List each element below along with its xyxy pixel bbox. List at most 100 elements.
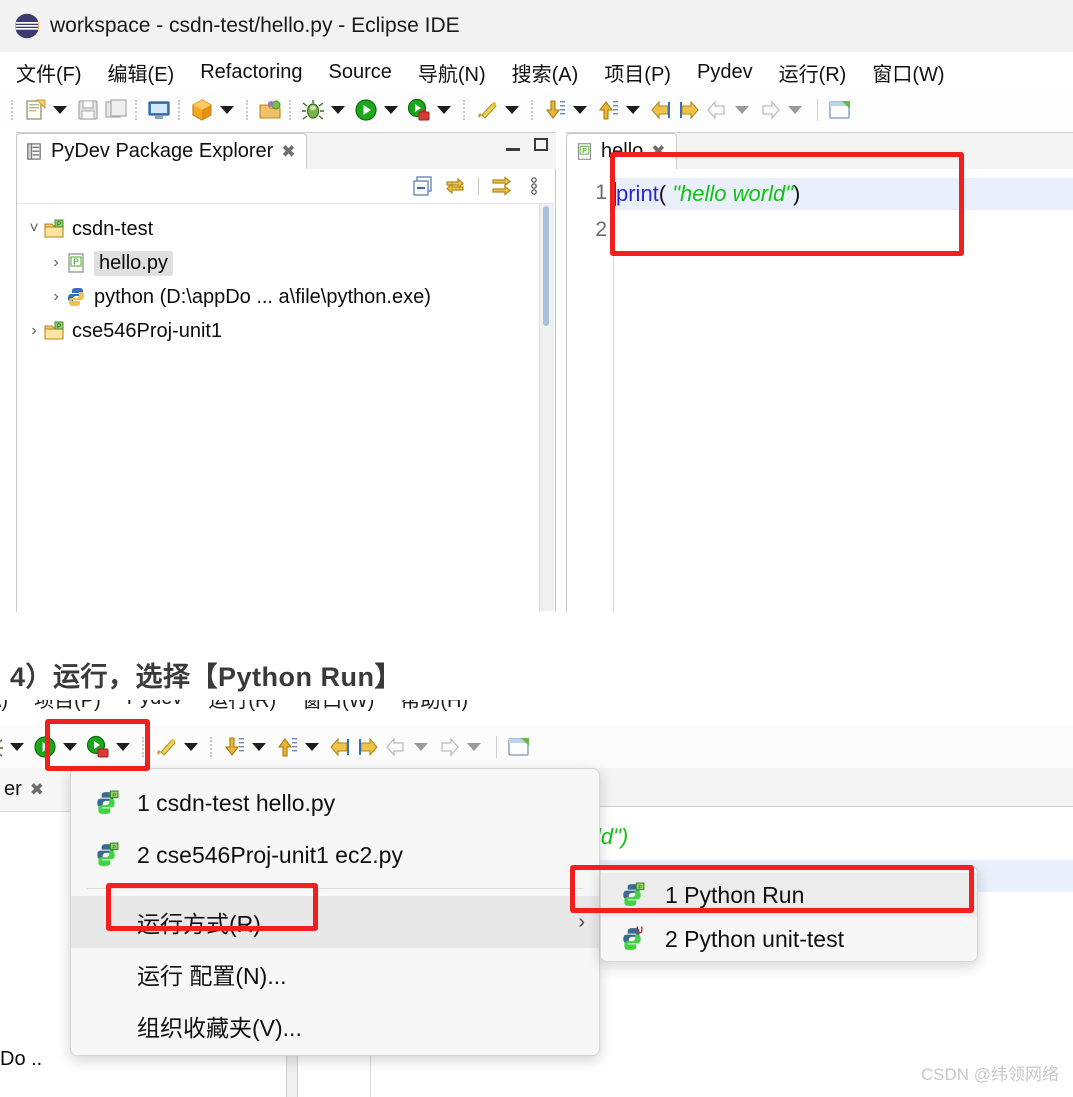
- open-perspective-icon[interactable]: [258, 98, 282, 122]
- menu-item-navigate[interactable]: 导航(N): [418, 58, 486, 87]
- menu-item-help[interactable]: 帮助(H): [400, 700, 468, 713]
- package-explorer-window-buttons[interactable]: [506, 138, 548, 151]
- chevron-down-icon[interactable]: ˅: [25, 221, 43, 237]
- tree-item-csdn-test[interactable]: ˅ P csdn-test: [21, 212, 555, 246]
- package-explorer-scrollbar[interactable]: [539, 204, 554, 611]
- run-dropdown-arrow[interactable]: [63, 743, 77, 751]
- maximize-icon[interactable]: [534, 138, 548, 151]
- tree-item-cse546proj-unit1[interactable]: › P cse546Proj-unit1: [21, 314, 555, 348]
- chevron-right-icon[interactable]: ›: [25, 323, 43, 339]
- menu-item-window[interactable]: 窗口(W): [302, 700, 374, 713]
- chevron-right-icon[interactable]: ›: [47, 255, 65, 271]
- close-icon[interactable]: ✖: [651, 142, 665, 162]
- view-menu-icon[interactable]: [523, 175, 545, 197]
- menu-item-run-configurations[interactable]: 运行 配置(N)...: [71, 948, 599, 1000]
- console-icon[interactable]: [147, 98, 171, 122]
- next-annotation-dropdown-arrow[interactable]: [252, 743, 266, 751]
- run-icon[interactable]: [354, 98, 378, 122]
- menu-item-pydev[interactable]: Pydev: [127, 700, 183, 710]
- export-package-dropdown-arrow[interactable]: [220, 106, 234, 114]
- menu-item-run[interactable]: 运行(R): [208, 700, 276, 713]
- forward-history-icon[interactable]: [356, 735, 380, 759]
- main-toolbar[interactable]: [0, 92, 1073, 128]
- next-annotation-icon[interactable]: [543, 98, 567, 122]
- link-with-editor-icon[interactable]: [444, 175, 466, 197]
- previous-annotation-icon[interactable]: [275, 735, 299, 759]
- run-dropdown-arrow[interactable]: [384, 106, 398, 114]
- pydev-dropdown-arrow[interactable]: [184, 743, 198, 751]
- main-toolbar-cropped[interactable]: [0, 726, 1073, 768]
- focus-on-active-task-icon[interactable]: [491, 175, 513, 197]
- tree-item-hello-py[interactable]: › P hello.py: [21, 246, 555, 280]
- next-edit-dropdown-arrow[interactable]: [788, 106, 802, 114]
- minimize-icon[interactable]: [506, 147, 520, 151]
- debug-dropdown-arrow[interactable]: [10, 743, 24, 751]
- close-icon[interactable]: ✖: [30, 780, 44, 800]
- previous-edit-dropdown-arrow[interactable]: [414, 743, 428, 751]
- project-tree[interactable]: ˅ P csdn-test › P hello.py › python (D:\…: [17, 204, 555, 348]
- export-package-icon[interactable]: [190, 98, 214, 122]
- menu-item-search[interactable]: 搜索(A): [0, 700, 8, 713]
- close-icon[interactable]: ✖: [281, 142, 295, 162]
- menu-item-file[interactable]: 文件(F): [16, 58, 82, 87]
- submenu-item-python-unit-test[interactable]: U 2 Python unit-test: [601, 917, 977, 961]
- menu-item-source[interactable]: Source: [329, 61, 392, 84]
- chevron-right-icon[interactable]: ›: [47, 289, 65, 305]
- previous-annotation-dropdown-arrow[interactable]: [305, 743, 319, 751]
- new-editor-icon[interactable]: [828, 98, 852, 122]
- save-icon[interactable]: [76, 98, 100, 122]
- code-line-1[interactable]: print( "hello world"): [614, 178, 1073, 210]
- debug-icon[interactable]: [0, 735, 4, 759]
- next-annotation-dropdown-arrow[interactable]: [573, 106, 587, 114]
- tree-item-python-interpreter[interactable]: › python (D:\appDo ... a\file\python.exe…: [21, 280, 555, 314]
- menu-item-pydev[interactable]: Pydev: [697, 61, 753, 84]
- back-history-icon[interactable]: [649, 98, 673, 122]
- submenu-item-python-run[interactable]: P 1 Python Run: [601, 873, 977, 917]
- coverage-icon[interactable]: [86, 735, 110, 759]
- package-explorer-toolbar[interactable]: [17, 169, 555, 204]
- collapse-all-icon[interactable]: [412, 175, 434, 197]
- menu-item-organize-favorites[interactable]: 组织收藏夹(V)...: [71, 1000, 599, 1052]
- debug-dropdown-arrow[interactable]: [331, 106, 345, 114]
- menu-item-search[interactable]: 搜索(A): [512, 58, 579, 87]
- menu-item-edit[interactable]: 编辑(E): [108, 58, 175, 87]
- previous-edit-icon[interactable]: [705, 98, 729, 122]
- pydev-dropdown-arrow[interactable]: [505, 106, 519, 114]
- menu-item-run-csdn-test-hello[interactable]: P 1 csdn-test hello.py: [71, 777, 599, 829]
- menu-item-run-cse546proj-ec2[interactable]: P 2 cse546Proj-unit1 ec2.py: [71, 829, 599, 881]
- coverage-dropdown-arrow[interactable]: [437, 106, 451, 114]
- debug-icon[interactable]: [301, 98, 325, 122]
- coverage-icon[interactable]: [407, 98, 431, 122]
- menu-item-project[interactable]: 项目(P): [34, 700, 101, 713]
- menu-bar-cropped[interactable]: Refactoring Source 导航(N) 搜索(A) 项目(P) Pyd…: [0, 700, 1073, 726]
- forward-history-icon[interactable]: [677, 98, 701, 122]
- pydev-package-icon[interactable]: [154, 735, 178, 759]
- save-all-icon[interactable]: [104, 98, 128, 122]
- code-line-2[interactable]: [614, 214, 1073, 246]
- next-annotation-icon[interactable]: [222, 735, 246, 759]
- previous-edit-dropdown-arrow[interactable]: [735, 106, 749, 114]
- previous-annotation-dropdown-arrow[interactable]: [626, 106, 640, 114]
- run-icon[interactable]: [33, 735, 57, 759]
- next-edit-icon[interactable]: [437, 735, 461, 759]
- menu-item-refactoring[interactable]: Refactoring: [200, 61, 302, 84]
- back-history-icon[interactable]: [328, 735, 352, 759]
- new-file-dropdown-arrow[interactable]: [53, 106, 67, 114]
- editor-body[interactable]: 1 2 print( "hello world"): [566, 169, 1073, 612]
- next-edit-dropdown-arrow[interactable]: [467, 743, 481, 751]
- run-dropdown-menu[interactable]: P 1 csdn-test hello.py P 2 cse546Proj-un…: [70, 768, 600, 1056]
- new-file-icon[interactable]: [23, 98, 47, 122]
- next-edit-icon[interactable]: [758, 98, 782, 122]
- menu-item-window[interactable]: 窗口(W): [872, 58, 944, 87]
- previous-edit-icon[interactable]: [384, 735, 408, 759]
- pydev-package-icon[interactable]: [475, 98, 499, 122]
- run-as-submenu[interactable]: P 1 Python Run U 2 Python unit-test: [600, 866, 978, 962]
- new-editor-icon[interactable]: [507, 735, 531, 759]
- menu-item-run-as[interactable]: 运行方式(R) ›: [71, 896, 599, 948]
- menu-item-run[interactable]: 运行(R): [779, 58, 847, 87]
- tab-hello[interactable]: P hello ✖: [566, 133, 677, 169]
- previous-annotation-icon[interactable]: [596, 98, 620, 122]
- menu-bar[interactable]: 文件(F) 编辑(E) Refactoring Source 导航(N) 搜索(…: [0, 52, 1073, 92]
- coverage-dropdown-arrow[interactable]: [116, 743, 130, 751]
- tab-pydev-package-explorer[interactable]: PyDev Package Explorer ✖: [16, 133, 307, 169]
